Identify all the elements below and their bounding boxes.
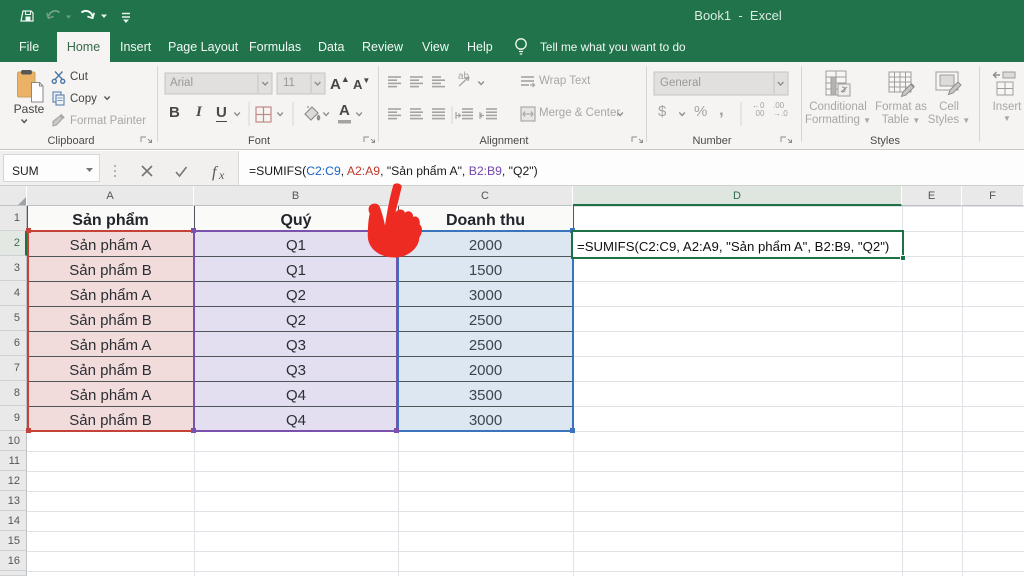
svg-text:x: x [218,168,225,182]
svg-text:f: f [212,164,219,181]
